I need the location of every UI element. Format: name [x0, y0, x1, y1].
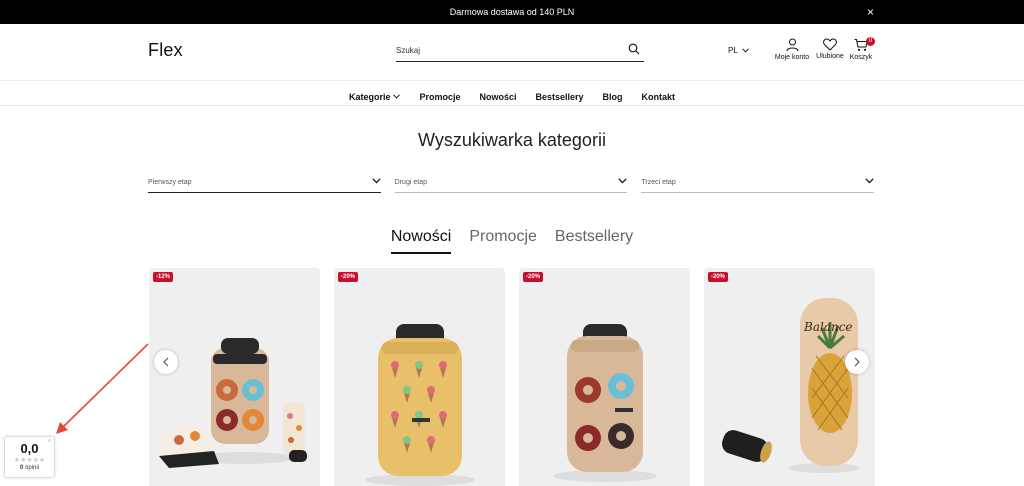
review-count-label: opinii	[25, 465, 40, 471]
review-count-number: 0	[19, 465, 24, 471]
rating-widget[interactable]: × 0,0 ★★★★★ 0 opinii	[4, 436, 55, 478]
annotation-arrow	[56, 343, 149, 434]
review-count: 0 opinii	[5, 465, 54, 471]
close-icon[interactable]: ×	[47, 438, 51, 445]
star-rating: ★★★★★	[13, 457, 46, 464]
